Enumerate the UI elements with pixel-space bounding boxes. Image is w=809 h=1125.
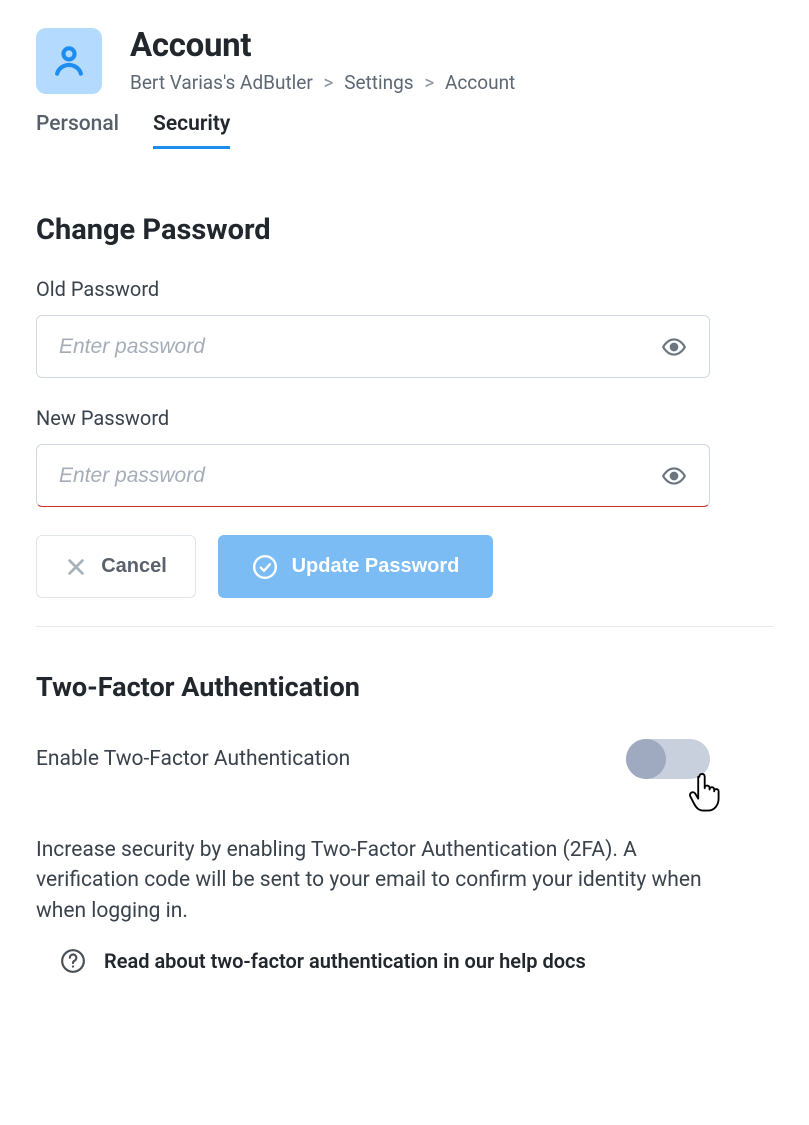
cancel-button-label: Cancel: [101, 555, 167, 578]
tabs: Personal Security: [36, 108, 773, 149]
two-factor-description: Increase security by enabling Two-Factor…: [36, 835, 716, 926]
update-password-button-label: Update Password: [292, 555, 460, 578]
breadcrumb-item[interactable]: Bert Varias's AdButler: [130, 71, 313, 94]
two-factor-toggle[interactable]: [626, 739, 710, 779]
page-title: Account: [130, 26, 515, 65]
new-password-label: New Password: [36, 406, 773, 430]
two-factor-help-link[interactable]: Read about two-factor authentication in …: [104, 949, 586, 973]
cancel-button[interactable]: Cancel: [36, 535, 196, 598]
old-password-label: Old Password: [36, 277, 773, 301]
person-icon: [50, 42, 88, 80]
close-icon: [65, 556, 87, 578]
divider: [36, 626, 773, 627]
old-password-input-wrap: [36, 315, 710, 378]
tab-security[interactable]: Security: [153, 108, 230, 149]
toggle-knob: [626, 739, 666, 779]
two-factor-toggle-label: Enable Two-Factor Authentication: [36, 747, 350, 771]
update-password-button[interactable]: Update Password: [218, 535, 493, 598]
breadcrumb: Bert Varias's AdButler > Settings > Acco…: [130, 71, 515, 94]
breadcrumb-item: Account: [445, 71, 515, 94]
question-circle-icon: [60, 948, 86, 974]
chevron-right-icon: >: [424, 71, 434, 94]
breadcrumb-item[interactable]: Settings: [344, 71, 413, 94]
eye-icon[interactable]: [661, 334, 687, 360]
two-factor-heading: Two-Factor Authentication: [36, 671, 773, 703]
account-avatar: [36, 28, 102, 94]
change-password-heading: Change Password: [36, 213, 773, 247]
old-password-input[interactable]: [59, 335, 661, 359]
tab-personal[interactable]: Personal: [36, 108, 119, 149]
chevron-right-icon: >: [324, 71, 334, 94]
check-circle-icon: [252, 554, 278, 580]
new-password-input-wrap: [36, 444, 710, 507]
eye-icon[interactable]: [661, 463, 687, 489]
new-password-input[interactable]: [59, 464, 661, 488]
